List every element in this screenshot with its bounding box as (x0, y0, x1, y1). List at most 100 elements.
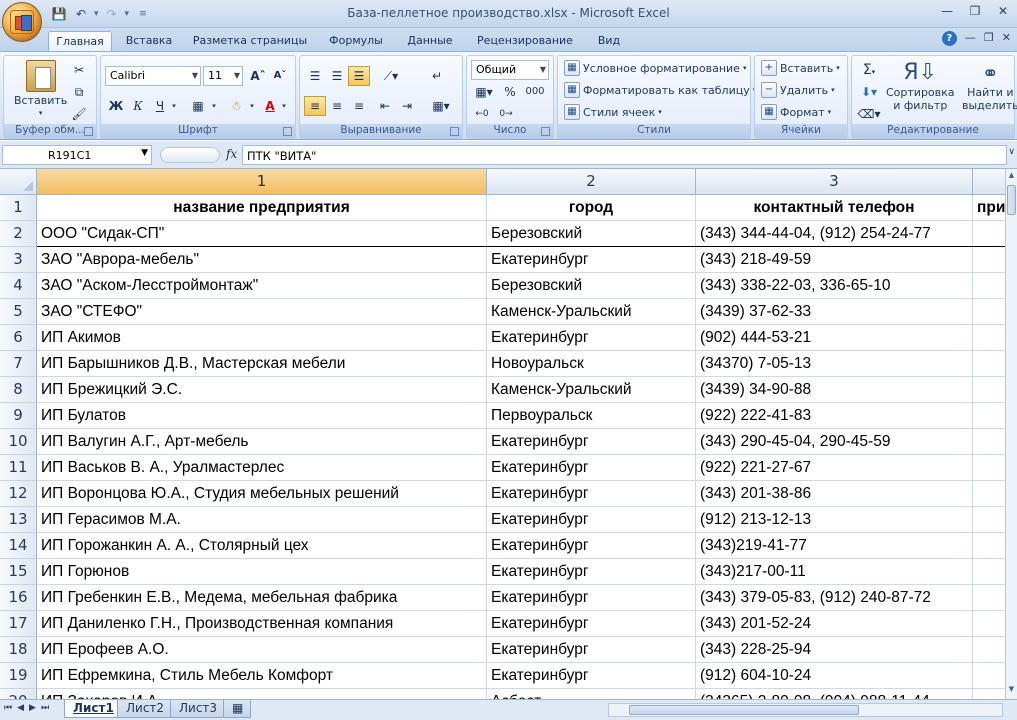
table-cell[interactable]: Каменск-Уральский (487, 299, 696, 325)
ribbon-restore-icon[interactable]: ❐ (984, 31, 994, 46)
thousands-separator-button[interactable]: 000 (521, 82, 549, 102)
font-launcher-icon[interactable] (283, 127, 292, 136)
next-sheet-icon[interactable]: ▶ (29, 703, 36, 713)
table-cell[interactable]: ИП Ефремкина, Стиль Мебель Комфорт (37, 663, 487, 689)
close-icon[interactable]: ✕ (989, 0, 1017, 22)
last-sheet-icon[interactable]: ⏭ (41, 703, 49, 713)
column-header-1[interactable]: 1 (37, 169, 487, 195)
scroll-up-icon[interactable]: ▲ (1007, 171, 1016, 183)
table-cell[interactable]: (902) 444-53-21 (696, 325, 973, 351)
name-box[interactable]: R191C1 ▼ (2, 145, 152, 165)
cell-styles-button[interactable]: ▦ Стили ячеек ▾ (564, 104, 662, 120)
delete-cells-button[interactable]: − Удалить ▾ (761, 82, 835, 98)
row-header[interactable]: 11 (0, 455, 37, 481)
number-format-select[interactable]: Общий ▼ (471, 60, 549, 80)
table-cell[interactable]: Екатеринбург (487, 585, 696, 611)
percent-button[interactable]: % (499, 82, 521, 102)
decrease-indent-icon[interactable]: ⇤ (374, 96, 396, 116)
expand-formula-bar-icon[interactable]: ∨ (1008, 147, 1015, 157)
table-cell[interactable]: ИП Горожанкин А. А., Столярный цех (37, 533, 487, 559)
office-button[interactable] (2, 2, 42, 42)
table-cell[interactable]: Екатеринбург (487, 533, 696, 559)
tab-view[interactable]: Вид (590, 31, 628, 51)
table-cell[interactable]: ЗАО "Аврора-мебель" (37, 247, 487, 273)
text-orientation-icon[interactable]: ⟋▾ (376, 66, 406, 86)
table-cell[interactable]: ЗАО "Аском-Лесстроймонтаж" (37, 273, 487, 299)
row-header[interactable]: 4 (0, 273, 37, 299)
row-header[interactable]: 1 (0, 195, 37, 221)
spreadsheet-grid[interactable]: 12 3 1 название предприятия город контактный… (0, 169, 1017, 699)
bold-button[interactable]: Ж (105, 96, 127, 116)
fill-icon[interactable]: ⬇▾ (856, 82, 882, 102)
table-cell[interactable]: (34370) 7-05-13 (696, 351, 973, 377)
alignment-launcher-icon[interactable] (450, 127, 459, 136)
sheet-tab-3[interactable]: Лист3 (170, 700, 227, 718)
table-cell[interactable]: (343) 290-45-04, 290-45-59 (696, 429, 973, 455)
borders-dropdown-icon[interactable]: ▾ (209, 96, 219, 116)
table-cell[interactable]: ИП Ерофеев А.О. (37, 637, 487, 663)
table-cell[interactable]: (912) 604-10-24 (696, 663, 973, 689)
table-cell[interactable]: Екатеринбург (487, 507, 696, 533)
align-center-icon[interactable]: ≡ (326, 96, 348, 116)
table-cell[interactable]: Березовский (487, 273, 696, 299)
table-cell[interactable]: (343) 201-52-24 (696, 611, 973, 637)
restore-icon[interactable]: ❐ (961, 0, 989, 22)
customize-qat-icon[interactable]: ≡ (139, 9, 147, 19)
insert-cells-button[interactable]: + Вставить ▾ (761, 60, 840, 76)
row-header[interactable]: 16 (0, 585, 37, 611)
row-header[interactable]: 10 (0, 429, 37, 455)
find-select-button[interactable]: ⚭ Найти и выделить (962, 60, 1017, 112)
select-all-button[interactable] (0, 169, 37, 195)
table-cell[interactable]: ИП Гребенкин Е.В., Медема, мебельная фаб… (37, 585, 487, 611)
redo-dropdown-icon[interactable]: ▾ (125, 9, 130, 19)
table-cell[interactable]: Асбест (487, 689, 696, 699)
ribbon-close-icon[interactable]: ✕ (1002, 31, 1011, 46)
increase-decimal-icon[interactable]: ←0 (471, 104, 493, 124)
ribbon-minimize-icon[interactable]: — (965, 31, 976, 46)
fill-color-icon[interactable]: ☃ (225, 96, 247, 116)
table-cell[interactable]: (343) 218-49-59 (696, 247, 973, 273)
font-color-dropdown-icon[interactable]: ▾ (279, 96, 289, 116)
conditional-formatting-button[interactable]: ▦ Условное форматирование ▾ (564, 60, 746, 76)
row-header[interactable]: 7 (0, 351, 37, 377)
tab-review[interactable]: Рецензирование (472, 31, 578, 51)
table-cell[interactable]: Новоуральск (487, 351, 696, 377)
merge-center-icon[interactable]: ▦▾ (426, 96, 456, 116)
table-cell[interactable]: ИП Брежицкий Э.С. (37, 377, 487, 403)
row-header[interactable]: 8 (0, 377, 37, 403)
table-cell[interactable]: ИП Захаров И.А. (37, 689, 487, 699)
minimize-icon[interactable]: — (933, 0, 961, 22)
table-cell[interactable]: (343) 228-25-94 (696, 637, 973, 663)
header-cell[interactable]: город (487, 195, 696, 221)
insert-function-icon[interactable]: fx (226, 147, 237, 161)
header-cell[interactable]: контактный телефон (696, 195, 973, 221)
table-cell[interactable]: ИП Даниленко Г.Н., Производственная комп… (37, 611, 487, 637)
tab-formulas[interactable]: Формулы (322, 31, 390, 51)
sort-filter-button[interactable]: Я⇩ Сортировка и фильтр (886, 60, 955, 112)
header-cell[interactable]: название предприятия (37, 195, 487, 221)
cut-icon[interactable]: ✂ (68, 60, 90, 80)
table-cell[interactable]: (343) 379-05-83, (912) 240-87-72 (696, 585, 973, 611)
table-cell[interactable]: Екатеринбург (487, 455, 696, 481)
table-cell[interactable]: Екатеринбург (487, 481, 696, 507)
table-cell[interactable]: Екатеринбург (487, 611, 696, 637)
table-cell[interactable]: ИП Акимов (37, 325, 487, 351)
row-header[interactable]: 14 (0, 533, 37, 559)
underline-dropdown-icon[interactable]: ▾ (169, 96, 179, 116)
row-header[interactable]: 12 (0, 481, 37, 507)
column-header-3[interactable]: 3 (696, 169, 973, 195)
vertical-scrollbar[interactable]: ▲ ▼ (1005, 169, 1017, 699)
shrink-font-icon[interactable]: Aˇ (269, 66, 291, 86)
formula-input[interactable]: ПТК "ВИТА" (242, 145, 1007, 165)
insert-sheet-icon[interactable]: ▦ (223, 700, 251, 718)
first-sheet-icon[interactable]: ⏮ (4, 703, 12, 713)
vertical-scroll-thumb[interactable] (1007, 185, 1016, 215)
table-cell[interactable]: (343)219-41-77 (696, 533, 973, 559)
sheet-tab-2[interactable]: Лист2 (117, 700, 174, 718)
table-cell[interactable]: (3439) 37-62-33 (696, 299, 973, 325)
row-header[interactable]: 6 (0, 325, 37, 351)
italic-button[interactable]: К (127, 96, 149, 116)
format-painter-icon[interactable]: 🖌 (68, 104, 90, 124)
clear-icon[interactable]: ⌫▾ (856, 104, 882, 124)
decrease-decimal-icon[interactable]: 0→ (495, 104, 517, 124)
